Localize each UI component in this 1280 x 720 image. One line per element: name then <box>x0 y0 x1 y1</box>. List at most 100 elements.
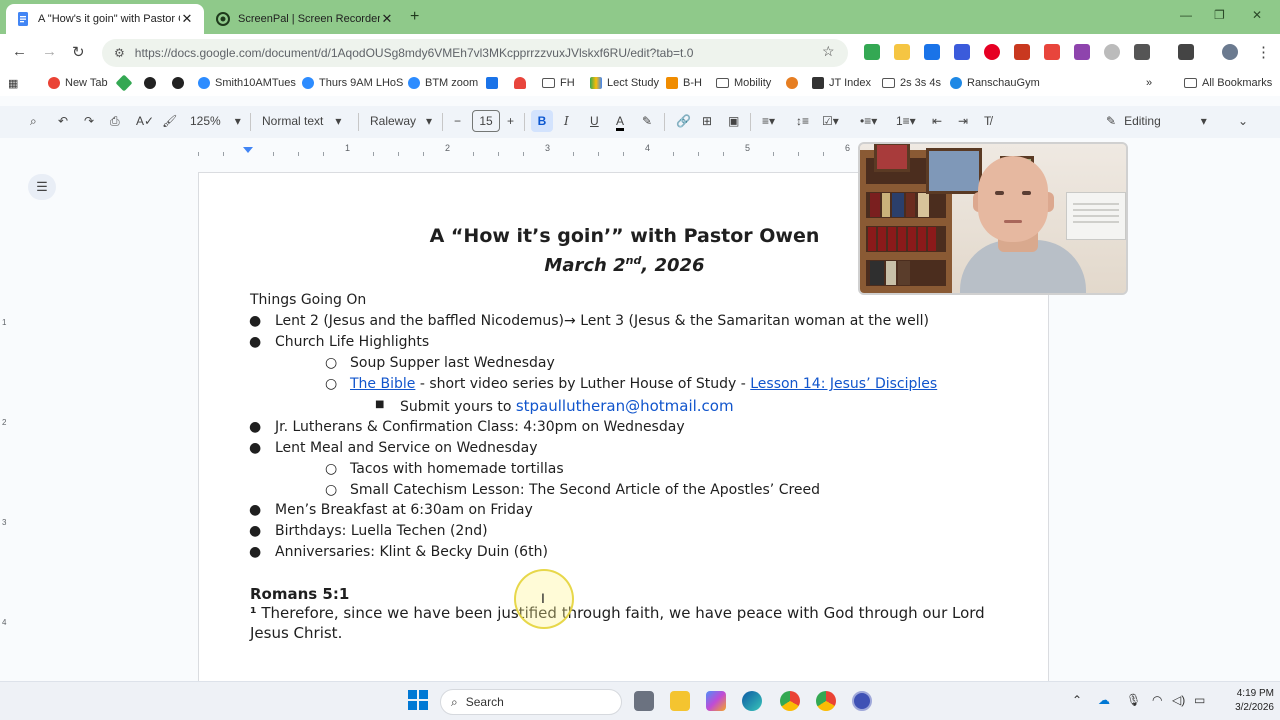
undo-icon[interactable]: ↶ <box>58 114 68 128</box>
indent-marker[interactable] <box>243 147 253 153</box>
font-size-input[interactable]: 15 <box>472 110 500 132</box>
back-icon[interactable]: ← <box>12 43 27 60</box>
increase-indent-icon[interactable]: ⇥ <box>958 114 968 128</box>
line-spacing-icon[interactable]: ↕≡ <box>796 114 809 128</box>
bookmark-all-bookmarks[interactable]: All Bookmarks <box>1184 77 1272 89</box>
address-bar[interactable]: ⚙ https://docs.google.com/document/d/1Aq… <box>102 39 848 67</box>
highlighter-extension-icon[interactable] <box>894 44 910 60</box>
pdf-extension-icon[interactable] <box>1014 44 1030 60</box>
document-outline-icon[interactable]: ☰ <box>28 174 56 200</box>
tab-screenpal[interactable]: ScreenPal | Screen Recorder an ✕ <box>206 4 404 34</box>
apps-grid-icon[interactable]: ▦ <box>8 77 18 90</box>
screencast-extension-icon[interactable] <box>924 44 940 60</box>
align-center-icon[interactable]: ≡▾ <box>762 114 775 128</box>
webcam-overlay[interactable] <box>858 142 1128 295</box>
insert-image-icon[interactable]: ▣ <box>728 114 739 128</box>
forward-icon[interactable]: → <box>42 43 57 60</box>
text-color-button[interactable]: A <box>616 114 625 131</box>
bookmark-star-icon[interactable]: ☆ <box>822 43 835 60</box>
new-tab-icon[interactable]: + <box>410 8 419 26</box>
underline-button[interactable]: U <box>590 114 599 128</box>
system-clock[interactable]: 4:19 PM 3/2/2026 <box>1214 687 1274 715</box>
restore-icon[interactable]: ❐ <box>1214 8 1225 22</box>
bookmark-shield[interactable] <box>486 77 503 89</box>
editing-mode-select[interactable]: ✎ Editing ▾ <box>1106 114 1207 128</box>
bookmark-smith10amtues[interactable]: Smith10AMTues <box>198 77 296 89</box>
microphone-icon[interactable]: 🎙 <box>1126 693 1141 707</box>
add-comment-icon[interactable]: ⊞ <box>702 114 712 128</box>
screenpal-taskbar-icon[interactable] <box>852 691 872 711</box>
close-tab-icon[interactable]: ✕ <box>380 11 394 27</box>
clear-formatting-icon[interactable]: T̸ <box>984 114 991 128</box>
link-extension-icon[interactable] <box>1044 44 1060 60</box>
zoom-select[interactable]: 125% ▾ <box>190 114 241 128</box>
bold-button[interactable]: B <box>531 110 553 132</box>
bookmark-thurs-9am[interactable]: Thurs 9AM LHoS <box>302 77 403 89</box>
bookmark-btm-zoom[interactable]: BTM zoom <box>408 77 478 89</box>
increase-font-size-icon[interactable]: + <box>507 114 514 128</box>
taskbar-search[interactable]: ⌕ Search <box>440 689 622 715</box>
bookmark-lect-study[interactable]: Lect Study <box>590 77 659 89</box>
copilot-icon[interactable] <box>706 691 726 711</box>
task-view-icon[interactable] <box>634 691 654 711</box>
bookmarks-overflow-icon[interactable]: » <box>1146 77 1152 89</box>
close-tab-icon[interactable]: ✕ <box>180 11 194 27</box>
chrome-profile-icon[interactable] <box>816 691 836 711</box>
chrome-icon[interactable] <box>780 691 800 711</box>
spellcheck-icon[interactable]: A✓ <box>136 114 154 128</box>
s-extension-icon[interactable] <box>1104 44 1120 60</box>
numbered-list-icon[interactable]: 1≡▾ <box>896 114 916 128</box>
bookmark-globe[interactable] <box>786 77 803 89</box>
onedrive-icon[interactable]: ☁ <box>1098 693 1110 707</box>
minimize-icon[interactable]: — <box>1180 8 1192 22</box>
the-bible-link[interactable]: The Bible <box>350 376 415 392</box>
battery-icon[interactable]: ▭ <box>1194 693 1205 707</box>
email-address[interactable]: stpaullutheran@hotmail.com <box>516 397 734 415</box>
edge-icon[interactable] <box>742 691 762 711</box>
reload-icon[interactable]: ↻ <box>72 43 85 61</box>
redo-icon[interactable]: ↷ <box>84 114 94 128</box>
site-info-icon[interactable]: ⚙ <box>114 46 125 60</box>
bookmark-new-tab[interactable]: New Tab <box>48 77 108 89</box>
checklist-icon[interactable]: ☑▾ <box>822 114 839 128</box>
reader-extension-icon[interactable] <box>954 44 970 60</box>
tab-google-doc[interactable]: A "How's it goin" with Pastor O ✕ <box>6 4 204 34</box>
drive-extension-icon[interactable] <box>864 44 880 60</box>
profile-avatar[interactable] <box>1222 44 1238 60</box>
box-extension-icon[interactable] <box>1074 44 1090 60</box>
lesson-14-link[interactable]: Lesson 14: Jesus’ Disciples <box>750 376 937 392</box>
menu-dots-icon[interactable]: ⋮ <box>1256 43 1271 61</box>
file-explorer-icon[interactable] <box>670 691 690 711</box>
bookmark-circle-2[interactable] <box>172 77 189 89</box>
italic-button[interactable]: I <box>564 114 569 128</box>
paragraph-style-select[interactable]: Normal text ▾ <box>262 114 341 128</box>
search-menus-icon[interactable]: ⌕ <box>30 114 37 129</box>
cast-icon[interactable] <box>1178 44 1194 60</box>
bookmark-ranschaugym[interactable]: RanschauGym <box>950 77 1040 89</box>
bookmark-jt-index[interactable]: JT Index <box>812 77 871 89</box>
bookmark-b-h[interactable]: B-H <box>666 77 702 89</box>
font-select[interactable]: Raleway ▾ <box>370 114 432 128</box>
bulleted-list-icon[interactable]: •≡▾ <box>860 114 877 128</box>
paint-format-icon[interactable]: 🖌 <box>162 114 177 128</box>
pinterest-icon[interactable] <box>984 44 1000 60</box>
decrease-indent-icon[interactable]: ⇤ <box>932 114 942 128</box>
bookmark-fh[interactable]: FH <box>542 77 575 89</box>
highlight-icon[interactable]: ✎ <box>642 114 652 128</box>
bookmark-green-diamond[interactable] <box>115 74 135 92</box>
bookmark-2s3s4s[interactable]: 2s 3s 4s <box>882 77 941 89</box>
close-window-icon[interactable]: ✕ <box>1252 8 1262 22</box>
collapse-menus-icon[interactable]: ⌄ <box>1238 114 1248 128</box>
insert-link-icon[interactable]: 🔗 <box>676 114 691 128</box>
extensions-puzzle-icon[interactable] <box>1134 44 1150 60</box>
bookmark-headset[interactable] <box>514 77 531 89</box>
windows-start-icon[interactable] <box>408 690 428 710</box>
tray-overflow-icon[interactable]: ⌃ <box>1072 693 1082 707</box>
print-icon[interactable]: ⎙ <box>110 114 120 129</box>
bookmark-circle-1[interactable] <box>144 77 161 89</box>
decrease-font-size-icon[interactable]: − <box>454 114 461 128</box>
wifi-icon[interactable]: ◠ <box>1152 693 1162 707</box>
vertical-ruler[interactable]: 1 2 3 4 <box>0 158 12 678</box>
volume-icon[interactable]: ◁) <box>1172 693 1185 707</box>
bookmark-mobility[interactable]: Mobility <box>716 77 771 89</box>
